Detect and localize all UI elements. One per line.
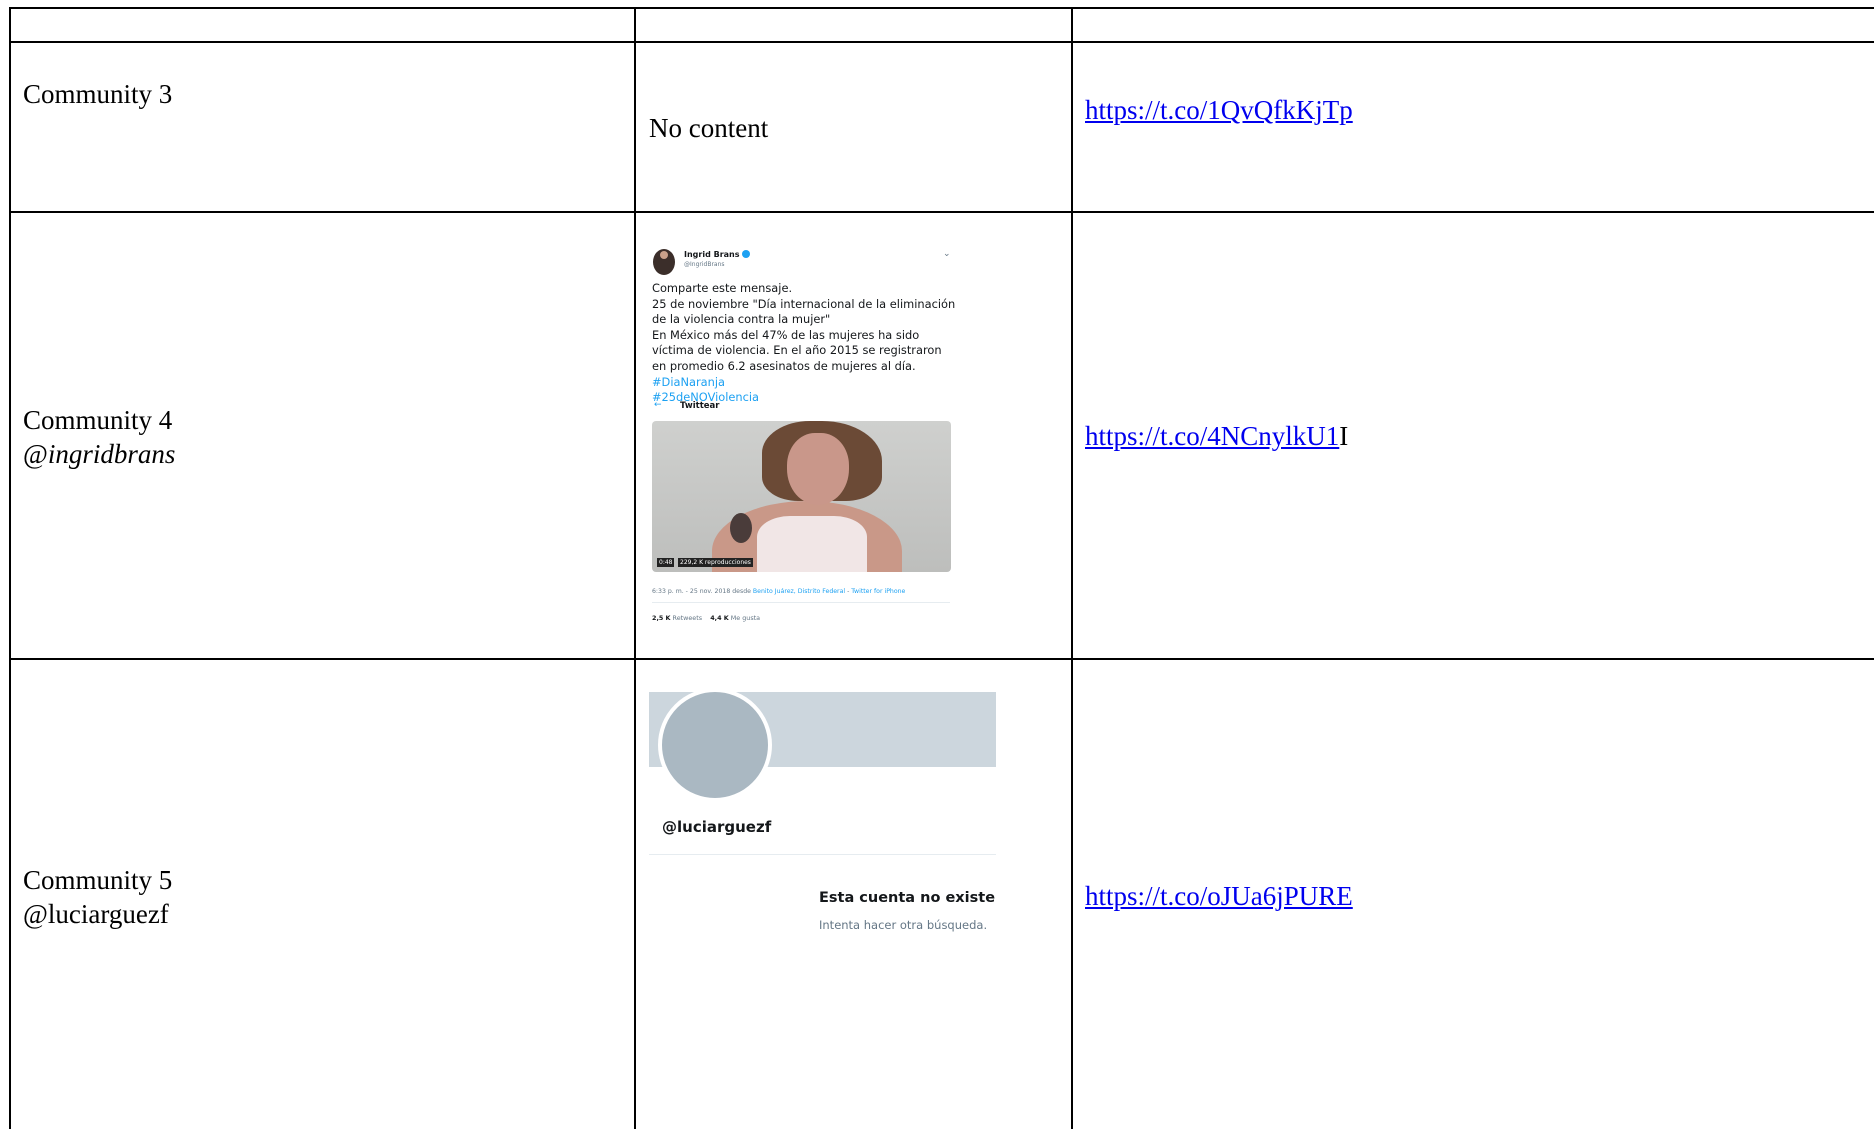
tweet-link-url[interactable]: https://t.co/4NCnylkU1 — [1085, 421, 1339, 451]
video-duration: 0:48 — [657, 558, 675, 567]
community-label: Community 5 — [23, 865, 173, 895]
tweet-link: https://t.co/4NCnylkU1I — [1085, 420, 1348, 453]
profile-screenshot: @luciarguezf Esta cuenta no existe Inten… — [649, 688, 996, 962]
user-prefix: @ — [23, 439, 48, 469]
verified-icon — [741, 250, 750, 258]
tweet-client: Twitter for iPhone — [851, 588, 906, 595]
retweets-label: Retweets — [672, 614, 703, 622]
tweet-body: Comparte este mensaje. 25 de noviembre "… — [652, 281, 958, 406]
retweets-count: 2,5 K — [652, 614, 671, 622]
avatar — [658, 688, 772, 802]
table-border-left — [9, 7, 11, 1129]
account-missing-subtitle: Intenta hacer otra búsqueda. — [819, 918, 988, 932]
tweet-author-handle: @IngridBrans — [684, 261, 725, 268]
thumbnail-figure — [757, 516, 867, 572]
profile-handle: @luciarguezf — [662, 818, 772, 836]
table-border-top — [9, 7, 1874, 9]
tweet-meta: 6:33 p. m. - 25 nov. 2018 desde Benito J… — [652, 588, 905, 595]
back-arrow-icon: ← — [654, 400, 662, 410]
account-missing-title: Esta cuenta no existe — [819, 890, 996, 906]
tweet-link: https://t.co/1QvQfkKjTp — [1085, 94, 1353, 127]
tweet-time: 6:33 p. m. - 25 nov. 2018 desde — [652, 588, 753, 595]
tweet-stats: 2,5 K Retweets 4,4 K Me gusta — [652, 614, 760, 622]
divider — [649, 854, 996, 855]
table-row-divider — [9, 211, 1874, 213]
tweet-link: https://t.co/oJUa6jPURE — [1085, 880, 1353, 913]
table-row-divider — [9, 658, 1874, 660]
community-label: Community 4 — [23, 405, 173, 435]
author-name-text: Ingrid Brans — [684, 250, 740, 259]
community-label: Community 3 — [23, 79, 173, 109]
video-views: 229,2 K reproducciones — [678, 558, 753, 567]
avatar — [653, 249, 675, 275]
likes-label: Me gusta — [730, 614, 761, 622]
user-handle: ingridbrans — [47, 439, 176, 469]
tweet-body-text: Comparte este mensaje. 25 de noviembre "… — [652, 281, 956, 373]
tweet-link-url[interactable]: https://t.co/1QvQfkKjTp — [1085, 95, 1353, 125]
tweet-place: Benito Juárez, Distrito Federal — [752, 588, 846, 595]
table-column-divider — [1071, 7, 1073, 1129]
hashtag: #DiaNaranja — [652, 374, 725, 389]
thumbnail-figure — [730, 513, 752, 543]
twittear-label: Twittear — [680, 401, 720, 411]
tweet-author-name: Ingrid Brans — [684, 250, 750, 259]
tweet-screenshot: Ingrid Brans @IngridBrans ⌄ Comparte est… — [650, 244, 960, 629]
no-content-text: No content — [649, 113, 769, 143]
table-column-divider — [634, 7, 636, 1129]
table-row-divider — [9, 41, 1874, 43]
likes-count: 4,4 K — [710, 614, 729, 622]
thumbnail-figure — [787, 433, 849, 505]
community-user: @ingridbrans — [23, 438, 175, 471]
chevron-down-icon: ⌄ — [943, 249, 951, 259]
video-thumbnail: 0:48 229,2 K reproducciones — [652, 421, 951, 572]
link-suffix: I — [1339, 421, 1349, 451]
community-user: @luciarguezf — [23, 899, 169, 929]
tweet-link-url[interactable]: https://t.co/oJUa6jPURE — [1085, 881, 1353, 911]
divider — [652, 602, 950, 603]
